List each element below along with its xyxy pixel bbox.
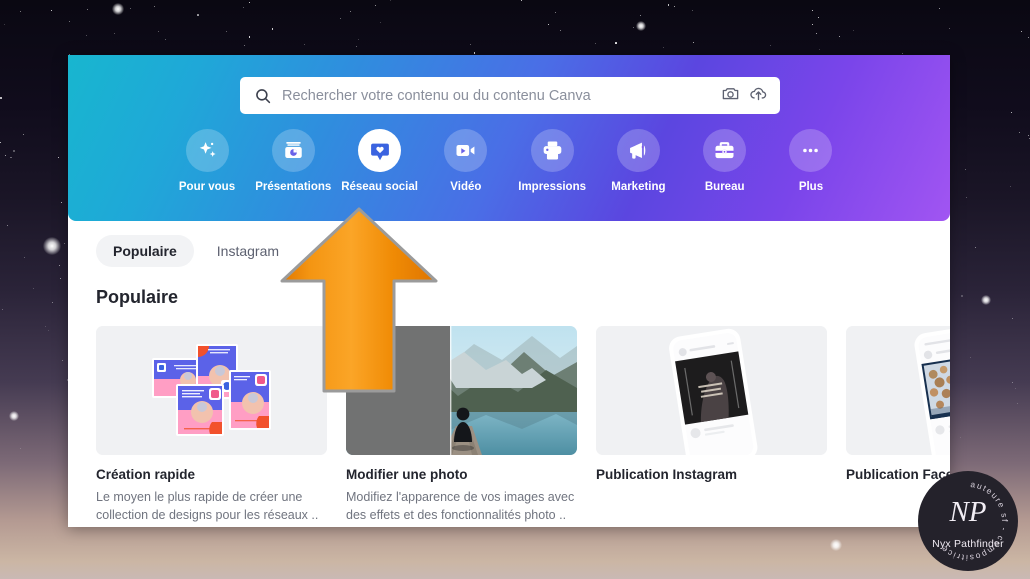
category-pour-vous[interactable]: Pour vous [164,129,250,193]
thumbnail-phone-mockup-navy[interactable]: LE NOËL DE MERVIL [846,326,950,455]
briefcase-icon [703,129,746,172]
category-label: Plus [799,181,823,193]
camera-icon[interactable] [721,84,740,108]
category-marketing[interactable]: Marketing [595,129,681,193]
category-presentations[interactable]: Présentations [250,129,336,193]
category-nav: Pour vous Présentations Réseau social Vi… [68,129,950,193]
category-label: Marketing [611,181,665,193]
category-label: Réseau social [341,181,418,193]
presentation-icon [272,129,315,172]
sparkles-icon [186,129,229,172]
thumbnail-lake-mountain-before-after[interactable] [346,326,577,455]
app-header: Pour vous Présentations [68,55,950,221]
category-label: Pour vous [179,181,235,193]
category-video[interactable]: Vidéo [423,129,509,193]
search-bar[interactable] [240,77,780,114]
heart-bubble-icon [358,129,401,172]
upload-cloud-icon[interactable] [749,84,768,108]
category-reseau-social[interactable]: Réseau social [337,129,423,193]
category-label: Vidéo [450,181,481,193]
card-publication-instagram[interactable]: Publication Instagram [596,326,827,524]
search-icon [254,87,272,105]
category-bureau[interactable]: Bureau [682,129,768,193]
category-plus[interactable]: Plus [768,129,854,193]
video-camera-icon [444,129,487,172]
content-area: Populaire Instagram Facebook Populaire C… [68,221,950,524]
category-label: Présentations [255,181,331,193]
section-heading: Populaire [92,267,926,308]
card-title: Publication Instagram [596,467,827,482]
watermark-logo: auteure sf - compositrice NP Nyx Pathfin… [918,471,1018,571]
card-creation-rapide[interactable]: Création rapide Le moyen le plus rapide … [96,326,327,524]
canva-app-window: Pour vous Présentations [68,55,950,527]
card-description: Modifiez l'apparence de vos images avec … [346,488,577,524]
filter-tabs: Populaire Instagram Facebook [92,221,926,267]
printer-icon [531,129,574,172]
tab-populaire[interactable]: Populaire [96,235,194,267]
thumbnail-social-post-collage[interactable] [96,326,327,455]
category-impressions[interactable]: Impressions [509,129,595,193]
card-modifier-une-photo[interactable]: Modifier une photo Modifiez l'apparence … [346,326,577,524]
megaphone-icon [617,129,660,172]
search-input[interactable] [282,88,711,104]
card-description: Le moyen le plus rapide de créer une col… [96,488,327,524]
tab-facebook[interactable]: Facebook [302,235,397,267]
ellipsis-icon [789,129,832,172]
card-title: Création rapide [96,467,327,482]
category-label: Bureau [705,181,745,193]
template-card-list: Création rapide Le moyen le plus rapide … [92,308,926,524]
category-label: Impressions [518,181,586,193]
card-title: Modifier une photo [346,467,577,482]
watermark-monogram: NP [918,498,1018,527]
thumbnail-phone-mockup-dark[interactable] [596,326,827,455]
tab-instagram[interactable]: Instagram [200,235,296,267]
